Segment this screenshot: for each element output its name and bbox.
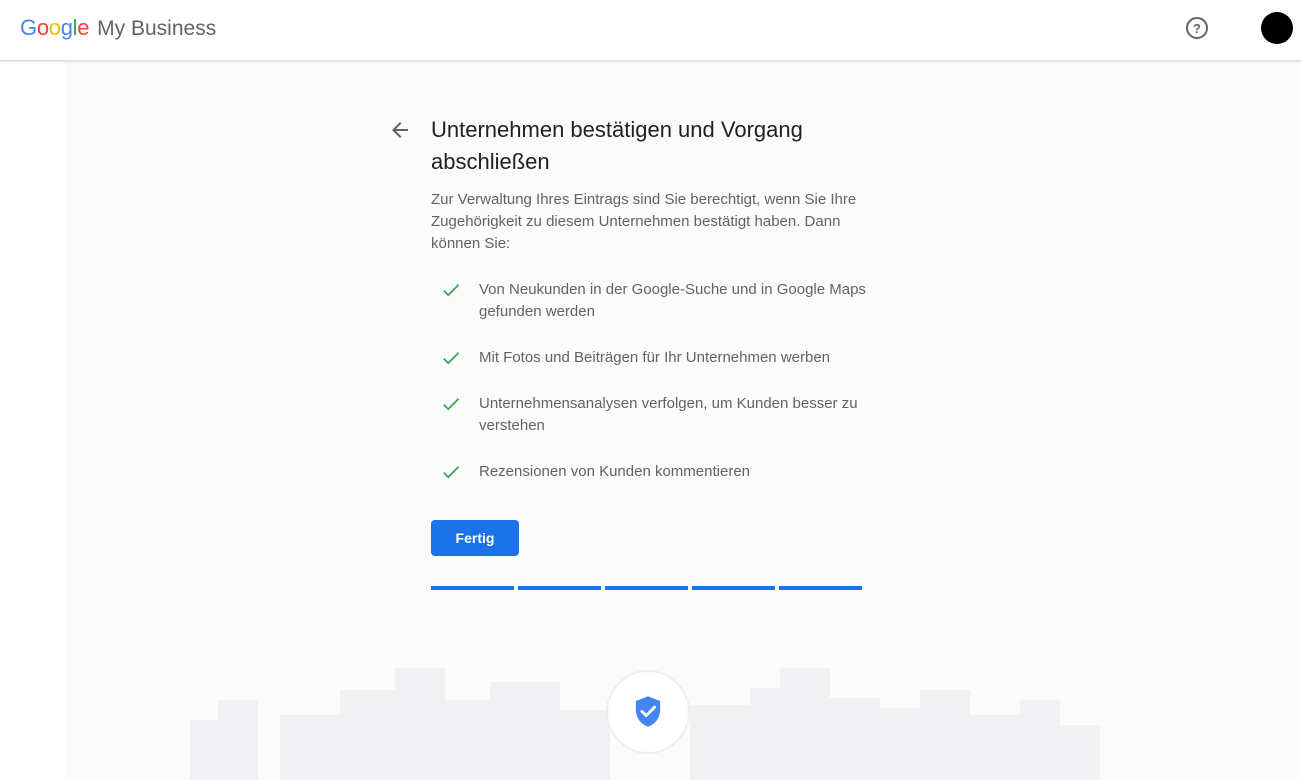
progress-segment — [779, 586, 862, 590]
benefits-list: Von Neukunden in der Google-Suche und in… — [440, 279, 880, 507]
page-description: Zur Verwaltung Ihres Eintrags sind Sie b… — [431, 191, 857, 252]
google-my-business-logo[interactable]: Google My Business — [20, 15, 216, 41]
top-app-bar: Google My Business ? — [0, 0, 1301, 61]
check-icon — [443, 466, 460, 479]
verified-badge — [606, 670, 690, 754]
product-name: My Business — [97, 17, 217, 40]
progress-stepper — [431, 586, 862, 590]
benefit-text: Unternehmensanalysen verfolgen, um Kunde… — [479, 395, 858, 434]
list-item: Unternehmensanalysen verfolgen, um Kunde… — [440, 393, 880, 437]
check-icon — [443, 398, 460, 411]
page-title: Unternehmen bestätigen und Vorgang absch… — [431, 117, 803, 174]
benefit-text: Rezensionen von Kunden kommentieren — [479, 463, 751, 480]
progress-segment — [518, 586, 601, 590]
back-arrow-icon[interactable] — [388, 118, 412, 142]
check-icon — [443, 284, 460, 297]
benefit-text: Von Neukunden in der Google-Suche und in… — [479, 281, 866, 320]
list-item: Von Neukunden in der Google-Suche und in… — [440, 279, 880, 323]
help-icon[interactable]: ? — [1186, 17, 1208, 39]
progress-segment — [692, 586, 775, 590]
list-item: Mit Fotos und Beiträgen für Ihr Unterneh… — [440, 347, 880, 369]
account-avatar[interactable] — [1261, 12, 1293, 44]
progress-segment — [605, 586, 688, 590]
done-button[interactable]: Fertig — [431, 520, 519, 556]
list-item: Rezensionen von Kunden kommentieren — [440, 461, 880, 483]
benefit-text: Mit Fotos und Beiträgen für Ihr Unterneh… — [479, 349, 831, 366]
check-icon — [443, 352, 460, 365]
google-wordmark: Google — [20, 15, 90, 40]
progress-segment — [431, 586, 514, 590]
verified-shield-icon — [635, 696, 661, 727]
help-glyph: ? — [1193, 20, 1201, 36]
